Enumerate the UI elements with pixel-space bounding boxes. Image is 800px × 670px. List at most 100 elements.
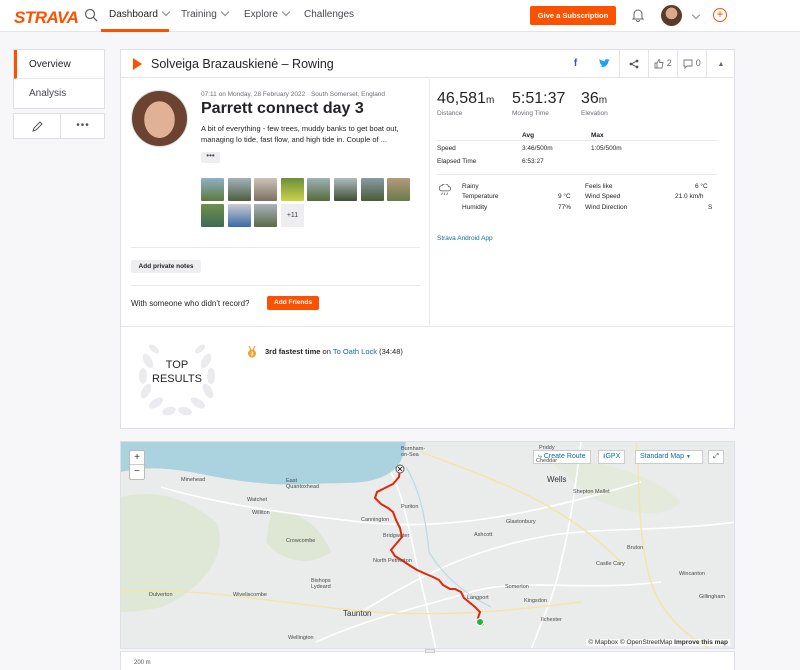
wind-direction-value: S (708, 204, 713, 211)
share-icon (629, 59, 639, 69)
share-button[interactable] (619, 50, 648, 77)
comments-button[interactable]: 0 (677, 50, 706, 77)
place-label: Wellington (288, 635, 314, 641)
place-label: Watchet (247, 497, 267, 503)
temperature-label: Temperature (462, 193, 499, 200)
feels-like-label: Feels like (585, 183, 613, 190)
photo-thumbnail[interactable] (228, 204, 251, 227)
athlete-avatar[interactable] (131, 90, 188, 147)
nav-explore[interactable]: Explore (244, 7, 291, 20)
openstreetmap-link[interactable]: © OpenStreetMap (620, 639, 672, 646)
edit-button[interactable] (14, 114, 60, 138)
divider (131, 285, 420, 286)
feels-like-value: 6 °C (695, 183, 708, 190)
temperature-value: 9 °C (558, 193, 571, 200)
strava-logo[interactable]: STRAVA (14, 8, 79, 28)
facebook-share-button[interactable]: f (561, 50, 590, 77)
top-nav: STRAVA Dashboard Training Explore Challe… (0, 0, 800, 32)
wind-direction-label: Wind Direction (585, 204, 628, 211)
add-private-notes-button[interactable]: Add private notes (131, 260, 201, 273)
chevron-down-icon[interactable] (691, 10, 701, 20)
user-avatar[interactable] (661, 5, 682, 26)
upload-plus-icon[interactable]: + (713, 8, 727, 22)
activity-flag-icon (133, 58, 142, 70)
place-label: Somerton (505, 584, 529, 590)
device-app-link[interactable]: Strava Android App (437, 235, 493, 242)
photo-thumbnail[interactable] (281, 178, 304, 201)
gpx-download-button[interactable]: ⭳GPX (598, 450, 626, 464)
activity-card: Solveiga Brazauskienė – Rowing f 2 0 ▲ 0… (120, 49, 735, 429)
chevron-down-icon (161, 7, 171, 17)
kudos-count: 2 (666, 58, 672, 68)
map-style-select[interactable]: Standard Map ▼ (635, 450, 703, 464)
nav-dashboard[interactable]: Dashboard (109, 7, 171, 20)
elevation-label: Elevation (581, 110, 608, 117)
place-label: Puriton (401, 504, 419, 510)
pencil-icon (31, 120, 43, 132)
humidity-value: 77% (558, 204, 572, 211)
fullscreen-button[interactable]: ⤢ (708, 450, 724, 464)
zoom-out-button[interactable]: − (130, 465, 144, 479)
place-label: Dulverton (149, 592, 173, 598)
nav-training[interactable]: Training (181, 7, 230, 20)
chevron-up-icon: ▲ (717, 61, 725, 68)
activity-header: Solveiga Brazauskienė – Rowing f 2 0 ▲ (121, 50, 734, 78)
segment-link[interactable]: To Oath Lock (333, 347, 377, 356)
twitter-share-button[interactable] (590, 50, 619, 77)
kudos-button[interactable]: 2 (648, 50, 677, 77)
elapsed-time-label: Elapsed Time (437, 158, 477, 165)
place-label: Cheddar (536, 458, 558, 464)
divider (437, 174, 717, 175)
speed-avg: 3:46/500m (522, 145, 553, 152)
collapse-button[interactable]: ▲ (706, 50, 735, 77)
place-label: Cannington (361, 517, 390, 523)
speed-label: Speed (437, 145, 456, 152)
route-map[interactable]: + − ⤷ Create Route ⭳GPX Standard Map ▼ ⤢… (120, 441, 735, 649)
search-icon[interactable] (84, 8, 98, 22)
nav-challenges[interactable]: Challenges (304, 9, 354, 20)
place-label: Castle Cary (596, 561, 625, 567)
improve-map-link[interactable]: Improve this map (674, 639, 728, 646)
thumbs-up-icon (654, 58, 664, 69)
distance-label: Distance (437, 110, 463, 117)
photo-thumbnail[interactable] (307, 178, 330, 201)
place-label: Priddy (539, 445, 555, 451)
top-results-label: TOP RESULTS (152, 359, 202, 385)
svg-text:3: 3 (250, 352, 253, 358)
place-label: Crowcombe (286, 538, 316, 544)
photo-thumbnail[interactable] (201, 178, 224, 201)
photo-thumbnail[interactable] (361, 178, 384, 201)
place-label: Gillingham (699, 594, 725, 600)
give-subscription-button[interactable]: Give a Subscription (530, 6, 616, 25)
distance-value: 46,581m (437, 90, 495, 107)
mapbox-link[interactable]: © Mapbox (588, 639, 618, 646)
place-label: Shepton Mallet (573, 489, 610, 495)
photo-thumbnail[interactable] (254, 204, 277, 227)
photo-thumbnail[interactable] (387, 178, 410, 201)
chevron-down-icon (281, 7, 291, 17)
activity-header-title: Solveiga Brazauskienė – Rowing (151, 57, 334, 71)
max-header: Max (591, 132, 604, 139)
more-actions-button[interactable]: ••• (60, 114, 106, 138)
photo-thumbnail[interactable] (228, 178, 251, 201)
facebook-icon: f (573, 58, 578, 69)
photo-thumbnail[interactable] (201, 204, 224, 227)
description-fade (201, 141, 411, 151)
comment-icon (683, 59, 693, 69)
bell-icon[interactable] (632, 8, 644, 22)
place-label: Ilchester (541, 617, 562, 623)
resize-handle[interactable] (425, 649, 435, 653)
zoom-in-button[interactable]: + (130, 451, 144, 465)
more-photos-button[interactable]: +11 (281, 204, 304, 227)
photo-thumbnail[interactable] (334, 178, 357, 201)
chevron-down-icon (220, 7, 230, 17)
place-label: East Quantoxhead (286, 478, 320, 490)
speed-max: 1:05/500m (591, 145, 622, 152)
sidebar-item-analysis[interactable]: Analysis (14, 79, 104, 108)
photo-thumbnail[interactable] (254, 178, 277, 201)
elevation-value: 36m (581, 90, 608, 107)
add-friends-button[interactable]: Add Friends (267, 296, 319, 310)
place-label: Wells (547, 475, 567, 484)
show-more-button[interactable]: ••• (201, 152, 220, 163)
sidebar-item-overview[interactable]: Overview (14, 50, 104, 79)
